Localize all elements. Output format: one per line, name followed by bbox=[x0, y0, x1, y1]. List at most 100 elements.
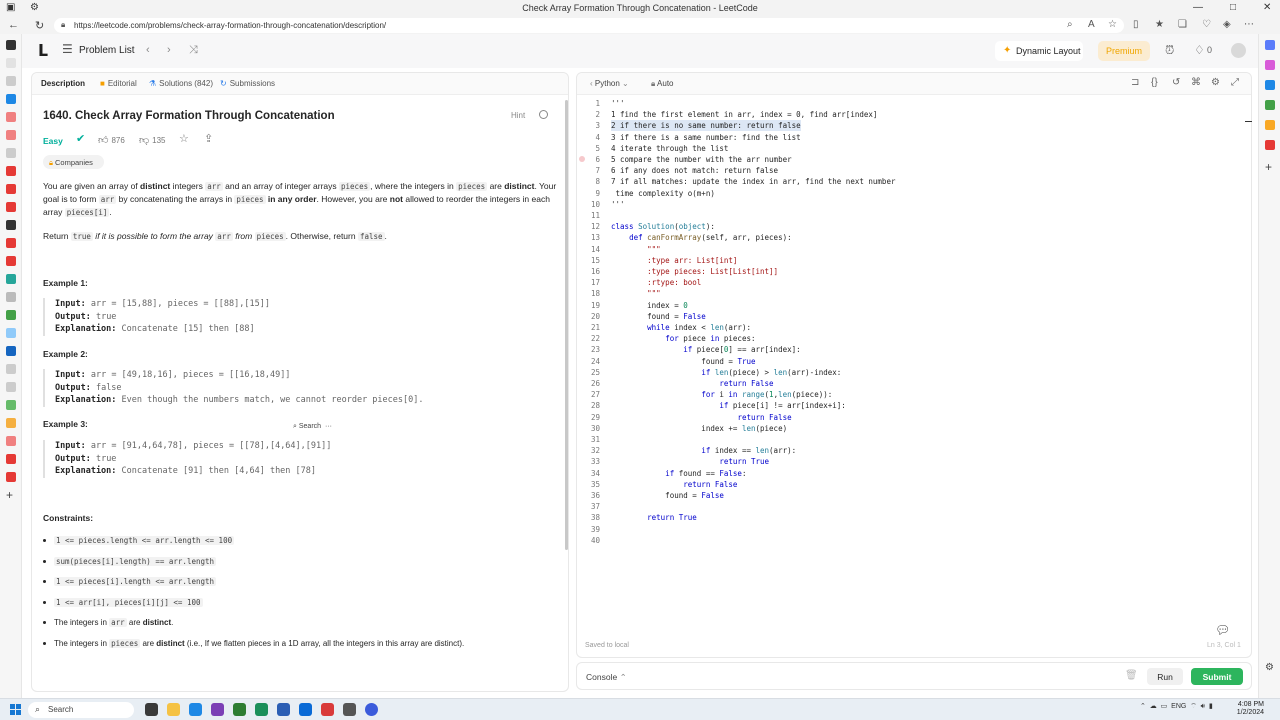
tab-description[interactable]: Description bbox=[41, 79, 85, 88]
tab-icon[interactable] bbox=[6, 148, 16, 158]
code-line[interactable]: 12 class Solution(object): bbox=[577, 221, 1237, 232]
tab-solutions[interactable]: ⚗ Solutions (842) bbox=[149, 79, 213, 88]
app-icon[interactable] bbox=[255, 703, 268, 716]
tab-icon[interactable] bbox=[6, 256, 16, 266]
minimize-icon[interactable]: — bbox=[1193, 2, 1203, 13]
tab-icon[interactable] bbox=[6, 382, 16, 392]
settings-icon[interactable]: ⚙ bbox=[1211, 77, 1220, 88]
submit-button[interactable]: Submit bbox=[1191, 668, 1243, 685]
vscode-app-icon[interactable] bbox=[299, 703, 312, 716]
language-select[interactable]: ‹ Python ⌄ bbox=[590, 79, 629, 88]
prev-problem-icon[interactable]: ‹ bbox=[146, 44, 150, 56]
companies-tag[interactable]: 🔒︎ Companies bbox=[43, 155, 104, 169]
favorites-icon[interactable]: ★ bbox=[1155, 19, 1164, 30]
code-line[interactable]: 4 3 if there is a same number: find the l… bbox=[577, 132, 1237, 143]
console-toggle[interactable]: Console ⌃ bbox=[586, 672, 627, 683]
tab-icon[interactable] bbox=[6, 454, 16, 464]
code-line[interactable]: 32 if index == len(arr): bbox=[577, 445, 1237, 456]
code-line[interactable]: 26 return False bbox=[577, 378, 1237, 389]
taskbar-search[interactable]: ⌕ Search bbox=[28, 702, 134, 718]
reload-icon[interactable]: ↻ bbox=[35, 19, 44, 32]
code-line[interactable]: 33 return True bbox=[577, 456, 1237, 467]
file-explorer-icon[interactable] bbox=[167, 703, 180, 716]
streak-icon[interactable]: ♢ bbox=[1194, 43, 1205, 57]
code-line[interactable]: 30 index += len(piece) bbox=[577, 423, 1237, 434]
code-line[interactable]: 16 :type pieces: List[List[int]] bbox=[577, 266, 1237, 277]
split-screen-icon[interactable]: ▯ bbox=[1133, 19, 1139, 30]
close-icon[interactable]: ✕ bbox=[1263, 2, 1271, 13]
code-line[interactable]: 3 2 if there is no same number: return fa… bbox=[577, 120, 1237, 132]
tab-icon[interactable] bbox=[6, 202, 16, 212]
tools-icon[interactable] bbox=[1265, 80, 1275, 90]
code-line[interactable]: 19 index = 0 bbox=[577, 300, 1237, 311]
next-problem-icon[interactable]: › bbox=[167, 44, 171, 56]
search-sidebar-icon[interactable] bbox=[1265, 40, 1275, 50]
description-scrollbar[interactable] bbox=[565, 100, 568, 550]
hint-button[interactable]: Hint bbox=[511, 111, 525, 120]
sidebar-settings-icon[interactable]: ⚙ bbox=[1265, 662, 1274, 673]
app-icon[interactable] bbox=[233, 703, 246, 716]
code-line[interactable]: 9 time complexity o(m+n) bbox=[577, 188, 1237, 199]
dynamic-layout-button[interactable]: ✦ Dynamic Layout bbox=[995, 41, 1083, 61]
tab-submissions[interactable]: ↻ Submissions bbox=[220, 79, 275, 88]
chat-icon[interactable]: 💬︎ bbox=[1215, 623, 1230, 637]
list-icon[interactable]: ☰ bbox=[62, 42, 73, 56]
problem-list-link[interactable]: Problem List bbox=[79, 45, 135, 56]
tab-editorial[interactable]: ■ Editorial bbox=[100, 79, 137, 88]
app-icon[interactable] bbox=[365, 703, 378, 716]
code-line[interactable]: 24 found = True bbox=[577, 356, 1237, 367]
tab-icon[interactable] bbox=[6, 184, 16, 194]
new-tab-icon[interactable]: + bbox=[6, 488, 13, 502]
extensions-icon[interactable]: ♡ bbox=[1202, 19, 1211, 30]
office-icon[interactable] bbox=[1265, 120, 1275, 130]
tab-icon[interactable] bbox=[6, 310, 16, 320]
code-line[interactable]: 2 1 find the first element in arr, index … bbox=[577, 109, 1237, 120]
code-line[interactable]: 22 for piece in pieces: bbox=[577, 333, 1237, 344]
read-aloud-icon[interactable]: A bbox=[1088, 19, 1095, 30]
auto-mode-toggle[interactable]: 🔒︎ Auto bbox=[651, 79, 674, 89]
app-icon[interactable] bbox=[343, 703, 356, 716]
code-line[interactable]: 1 ''' bbox=[577, 98, 1237, 109]
code-line[interactable]: 10 ''' bbox=[577, 199, 1237, 210]
code-line[interactable]: 37 bbox=[577, 501, 1237, 512]
code-line[interactable]: 38 return True bbox=[577, 512, 1237, 523]
code-line[interactable]: 14 """ bbox=[577, 244, 1237, 255]
clock[interactable]: 4:08 PM 1/2/2024 bbox=[1226, 701, 1264, 717]
tab-icon[interactable] bbox=[6, 94, 16, 104]
reset-icon[interactable]: ↺ bbox=[1172, 77, 1180, 88]
code-line[interactable]: 40 bbox=[577, 535, 1237, 546]
code-line[interactable]: 36 found = False bbox=[577, 490, 1237, 501]
windows-start-icon[interactable] bbox=[10, 704, 21, 715]
tab-icon[interactable] bbox=[6, 346, 16, 356]
tab-icon[interactable] bbox=[6, 238, 16, 248]
back-icon[interactable]: ← bbox=[8, 19, 19, 31]
zoom-icon[interactable]: ⌕ bbox=[1067, 19, 1073, 30]
games-icon[interactable] bbox=[1265, 100, 1275, 110]
terminal-app-icon[interactable] bbox=[145, 703, 158, 716]
code-line[interactable]: 18 """ bbox=[577, 288, 1237, 299]
format-braces-icon[interactable]: {} bbox=[1151, 77, 1158, 88]
code-line[interactable]: 11 bbox=[577, 210, 1237, 221]
alarm-icon[interactable]: ⏰︎ bbox=[1165, 43, 1174, 58]
code-line[interactable]: 5 4 iterate through the list bbox=[577, 143, 1237, 154]
leetcode-logo-icon[interactable]: ᒪ bbox=[38, 41, 48, 61]
share-icon[interactable]: ⇪ bbox=[204, 132, 213, 145]
code-line[interactable]: 17 :rtype: bool bbox=[577, 277, 1237, 288]
tab-icon[interactable] bbox=[6, 400, 16, 410]
star-icon[interactable]: ☆ bbox=[179, 132, 189, 145]
tab-icon[interactable] bbox=[6, 436, 16, 446]
selection-search-popup[interactable]: ⌕ Search ··· bbox=[293, 423, 332, 431]
code-line[interactable]: 39 bbox=[577, 524, 1237, 535]
code-line[interactable]: 31 bbox=[577, 434, 1237, 445]
word-app-icon[interactable] bbox=[277, 703, 290, 716]
visual-studio-icon[interactable] bbox=[211, 703, 224, 716]
copilot-icon[interactable]: ◈ bbox=[1223, 19, 1231, 30]
random-problem-icon[interactable]: ⤨ bbox=[189, 44, 198, 57]
shortcuts-icon[interactable]: ⌘ bbox=[1191, 77, 1201, 88]
tab-icon[interactable] bbox=[6, 166, 16, 176]
tab-icon[interactable] bbox=[6, 76, 16, 86]
premium-button[interactable]: Premium bbox=[1098, 41, 1150, 61]
add-sidebar-icon[interactable]: + bbox=[1265, 160, 1272, 174]
tab-icon[interactable] bbox=[6, 418, 16, 428]
more-icon[interactable]: ··· bbox=[325, 423, 332, 430]
